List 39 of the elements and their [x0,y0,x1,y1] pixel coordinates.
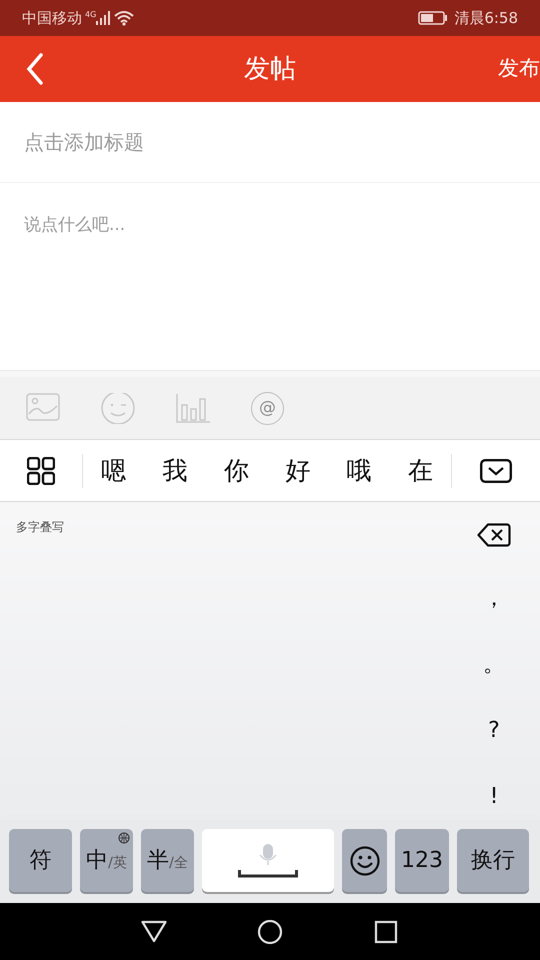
candidate-word[interactable]: 哦 [328,452,390,490]
square-icon [373,920,399,944]
keyboard-key[interactable]: 符 [9,829,72,892]
emoji-key[interactable] [342,829,387,892]
clock-time: 清晨6:58 [454,8,518,29]
grid-icon [26,456,55,484]
punctuation-key[interactable]: ! [478,777,510,817]
candidate-word[interactable]: 好 [267,452,328,490]
carrier-name: 中国移动 [22,8,82,29]
microphone-space-icon [238,842,298,878]
mode-label: 多字叠写 [16,519,64,536]
space-key[interactable] [202,829,334,892]
smiley-icon [350,846,380,876]
chevron-down-icon [480,458,512,483]
back-nav-button[interactable] [141,919,167,944]
backspace-icon [477,523,511,548]
candidate-word[interactable]: 我 [144,452,206,490]
handwriting-area[interactable]: 多字叠写 ， 。 ? ! [0,502,540,820]
candidate-word[interactable]: 在 [390,452,452,490]
back-icon [26,53,44,85]
punctuation-key[interactable]: ， [478,579,510,619]
wifi-icon [114,10,134,26]
punctuation-key[interactable]: 。 [478,645,510,685]
keyboard-key[interactable]: 中/英 [80,829,133,892]
page-title: 发帖 [244,52,296,86]
network-type: 4G [85,9,96,21]
candidate-word[interactable]: 你 [206,452,268,490]
triangle-icon [141,920,167,944]
battery-icon [418,11,448,25]
candidate-word[interactable]: 嗯 [82,452,144,490]
home-button[interactable] [257,919,283,944]
publish-button[interactable]: 发布 [470,53,540,85]
punctuation-key[interactable]: ? [478,711,510,751]
keyboard-key[interactable]: 123 [395,829,449,892]
signal-icon [96,11,110,25]
globe-icon [118,832,130,844]
keyboard-key[interactable]: 换行 [457,829,529,892]
keyboard-key[interactable]: 半/全 [141,829,194,892]
recents-button[interactable] [373,919,399,944]
